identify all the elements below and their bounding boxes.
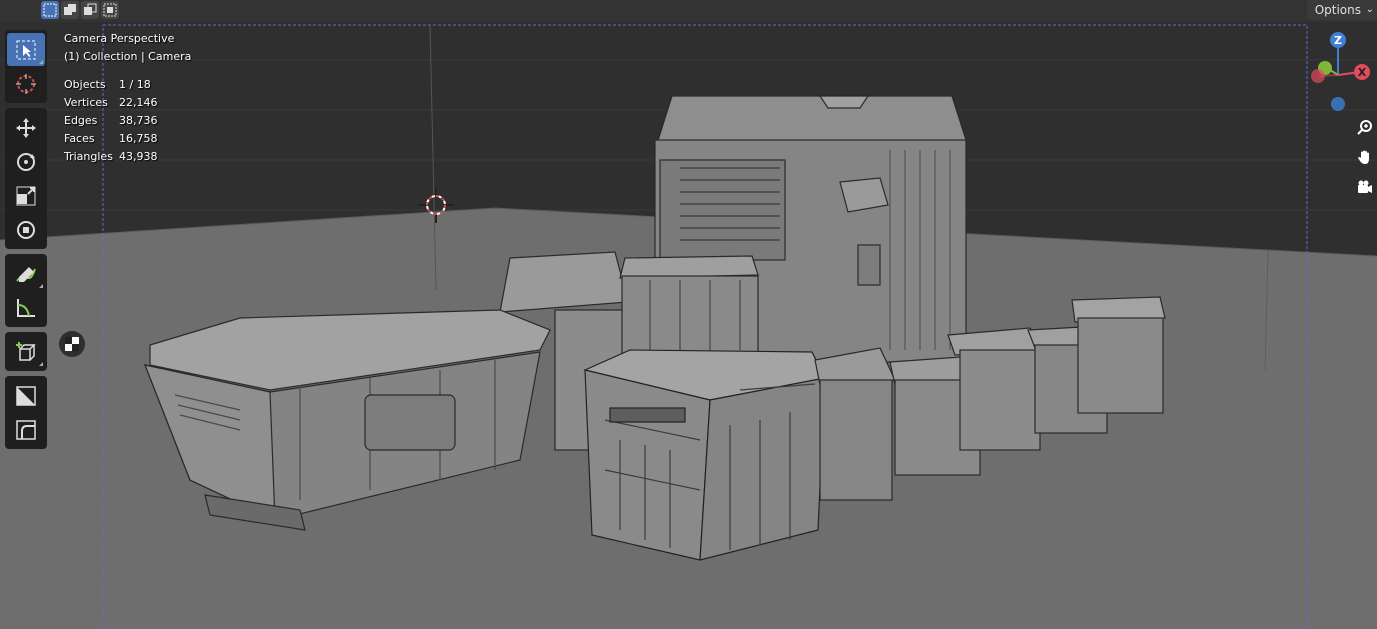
gizmo-z-label: Z: [1334, 34, 1342, 47]
measure-icon[interactable]: [7, 291, 45, 324]
hand-pan-icon[interactable]: [1352, 144, 1377, 170]
shade-icon[interactable]: [7, 379, 45, 412]
viewport-info-overlay: Camera Perspective (1) Collection | Came…: [64, 30, 191, 166]
stat-label: Edges: [64, 114, 98, 127]
navigation-gizmo[interactable]: Z X: [1305, 30, 1377, 120]
annotate-icon[interactable]: [7, 257, 45, 290]
select-box-icon[interactable]: [7, 33, 45, 66]
scene-statistics: Objects 1 / 18 Vertices 22,146 Edges 38,…: [64, 76, 191, 166]
gizmo-x-label: X: [1358, 66, 1367, 79]
transform-icon[interactable]: [7, 213, 45, 246]
stat-label: Triangles: [64, 150, 113, 163]
checkerboard-toggle-icon[interactable]: [59, 331, 85, 357]
select-subtract-icon[interactable]: [81, 1, 99, 19]
front-crate-mesh: [583, 349, 826, 561]
selection-mode-group: [41, 1, 119, 19]
options-label: Options: [1314, 3, 1361, 17]
camera-view-icon[interactable]: [1352, 174, 1377, 200]
gizmo-neg-z-axis: [1331, 97, 1345, 111]
zoom-icon[interactable]: [1352, 114, 1377, 140]
rotate-icon[interactable]: [7, 145, 45, 178]
stat-label: Objects: [64, 78, 106, 91]
scene-render[interactable]: [0, 22, 1377, 629]
select-intersect-icon[interactable]: [101, 1, 119, 19]
view-name: Camera Perspective: [64, 32, 175, 45]
scale-icon[interactable]: [7, 179, 45, 212]
viewport-header: Options ⌄: [0, 0, 1377, 22]
stat-value: 22,146: [119, 96, 158, 109]
chevron-down-icon: ⌄: [1365, 4, 1374, 15]
stat-value: 1 / 18: [119, 78, 151, 91]
stat-value: 16,758: [119, 132, 158, 145]
stat-value: 43,938: [119, 150, 158, 163]
cursor-icon[interactable]: [7, 67, 45, 100]
select-new-icon[interactable]: [41, 1, 59, 19]
tool-shelf: [5, 30, 47, 454]
options-dropdown[interactable]: Options ⌄: [1306, 0, 1377, 20]
select-extend-icon[interactable]: [61, 1, 79, 19]
stat-value: 38,736: [119, 114, 158, 127]
stat-label: Vertices: [64, 96, 108, 109]
move-icon[interactable]: [7, 111, 45, 144]
collection-info: (1) Collection | Camera: [64, 50, 192, 63]
stat-label: Faces: [64, 132, 95, 145]
3d-viewport[interactable]: Options ⌄ Camera Perspective (1) Collect…: [0, 0, 1377, 629]
bevel-icon[interactable]: [7, 413, 45, 446]
gizmo-neg-x-axis: [1311, 69, 1325, 83]
add-cube-icon[interactable]: [7, 335, 45, 368]
